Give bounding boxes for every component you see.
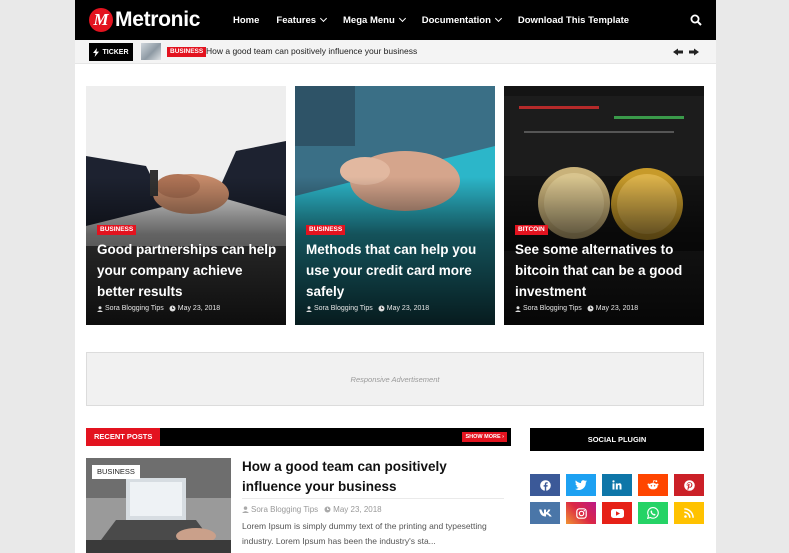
whatsapp-button[interactable] bbox=[638, 502, 668, 524]
reddit-button[interactable] bbox=[638, 474, 668, 496]
card-date: May 23, 2018 bbox=[595, 305, 639, 312]
main-nav: Home Features Mega Menu Documentation Do… bbox=[233, 0, 646, 40]
ticker-headline[interactable]: How a good team can positively influence… bbox=[206, 46, 417, 56]
nav-label: Documentation bbox=[421, 14, 491, 26]
ticker-label-text: TICKER bbox=[102, 48, 129, 56]
divider bbox=[242, 498, 504, 499]
show-more-label: SHOW MORE bbox=[465, 434, 501, 440]
top-navbar: M Metronic Home Features Mega Menu Docum… bbox=[75, 0, 716, 40]
nav-label: Home bbox=[233, 14, 260, 26]
chevron-down-icon bbox=[398, 14, 406, 23]
twitter-icon bbox=[575, 480, 587, 490]
vk-button[interactable] bbox=[530, 502, 560, 524]
nav-item-download[interactable]: Download This Template bbox=[518, 15, 629, 26]
chevron-down-icon bbox=[319, 14, 328, 23]
clock-icon bbox=[324, 506, 331, 513]
logo-badge: M bbox=[89, 8, 113, 32]
clock-icon bbox=[587, 305, 594, 312]
rss-button[interactable] bbox=[674, 502, 704, 524]
category-badge[interactable]: BUSINESS bbox=[306, 225, 346, 235]
instagram-icon bbox=[575, 507, 587, 519]
card-title[interactable]: Methods that can help you use your credi… bbox=[306, 239, 491, 302]
twitter-button[interactable] bbox=[566, 474, 596, 496]
clock-icon bbox=[169, 305, 176, 312]
category-badge[interactable]: BUSINESS bbox=[97, 225, 137, 235]
ad-text: Responsive Advertisement bbox=[350, 374, 440, 384]
youtube-button[interactable] bbox=[602, 502, 632, 524]
social-plugin-header: SOCIAL PLUGIN bbox=[530, 428, 704, 451]
youtube-icon bbox=[610, 508, 624, 518]
ticker-thumbnail[interactable] bbox=[141, 43, 161, 60]
advertisement-box[interactable]: Responsive Advertisement bbox=[86, 352, 704, 406]
category-badge[interactable]: BITCOIN bbox=[515, 225, 548, 235]
user-icon bbox=[97, 305, 103, 312]
featured-card[interactable]: BUSINESS Methods that can help you use y… bbox=[295, 86, 495, 325]
ticker-bar: TICKER BUSINESS How a good team can posi… bbox=[75, 40, 716, 64]
post-author[interactable]: Sora Blogging Tips bbox=[251, 505, 318, 514]
ticker-category-badge[interactable]: BUSINESS bbox=[167, 47, 207, 57]
pinterest-button[interactable] bbox=[674, 474, 704, 496]
featured-card[interactable]: BITCOIN See some alternatives to bitcoin… bbox=[504, 86, 704, 325]
section-title: RECENT POSTS bbox=[86, 428, 161, 446]
recent-posts-header: RECENT POSTS SHOW MORE › bbox=[86, 428, 511, 446]
card-author[interactable]: Sora Blogging Tips bbox=[105, 305, 164, 312]
clock-icon bbox=[378, 305, 385, 312]
card-meta: Sora Blogging Tips May 23, 2018 bbox=[97, 305, 220, 312]
post-meta: Sora Blogging Tips May 23, 2018 bbox=[242, 505, 382, 514]
card-author[interactable]: Sora Blogging Tips bbox=[314, 305, 373, 312]
rss-icon bbox=[684, 508, 694, 518]
search-icon bbox=[690, 14, 702, 26]
user-icon bbox=[242, 506, 249, 513]
whatsapp-icon bbox=[647, 507, 659, 519]
ticker-prev-icon[interactable] bbox=[672, 46, 684, 58]
vk-icon bbox=[538, 509, 552, 517]
site-logo[interactable]: M Metronic bbox=[89, 6, 200, 34]
card-meta: Sora Blogging Tips May 23, 2018 bbox=[306, 305, 429, 312]
nav-item-features[interactable]: Features bbox=[276, 14, 328, 26]
card-date: May 23, 2018 bbox=[386, 305, 430, 312]
show-more-button[interactable]: SHOW MORE › bbox=[462, 432, 507, 442]
post-date: May 23, 2018 bbox=[333, 505, 382, 514]
ticker-label: TICKER bbox=[89, 43, 133, 61]
user-icon bbox=[515, 305, 521, 312]
facebook-icon bbox=[539, 479, 551, 491]
linkedin-icon bbox=[612, 480, 622, 490]
card-author[interactable]: Sora Blogging Tips bbox=[523, 305, 582, 312]
nav-item-home[interactable]: Home bbox=[233, 15, 259, 26]
user-icon bbox=[306, 305, 312, 312]
ticker-next-icon[interactable] bbox=[688, 46, 700, 58]
card-title[interactable]: See some alternatives to bitcoin that ca… bbox=[515, 239, 700, 302]
social-buttons bbox=[530, 474, 704, 524]
logo-text: Metronic bbox=[115, 8, 201, 31]
nav-label: Features bbox=[276, 14, 317, 26]
instagram-button[interactable] bbox=[566, 502, 596, 524]
page: M Metronic Home Features Mega Menu Docum… bbox=[75, 0, 716, 553]
post-title[interactable]: How a good team can positively influence… bbox=[242, 457, 504, 496]
category-badge[interactable]: BUSINESS bbox=[92, 465, 140, 479]
card-title[interactable]: Good partnerships can help your company … bbox=[97, 239, 282, 302]
post-thumbnail[interactable]: BUSINESS bbox=[86, 458, 231, 553]
chevron-right-icon: › bbox=[502, 434, 504, 440]
linkedin-button[interactable] bbox=[602, 474, 632, 496]
bolt-icon bbox=[93, 47, 100, 57]
pinterest-icon bbox=[683, 479, 695, 491]
nav-item-mega-menu[interactable]: Mega Menu bbox=[343, 14, 406, 26]
card-date: May 23, 2018 bbox=[177, 305, 221, 312]
featured-card[interactable]: BUSINESS Good partnerships can help your… bbox=[86, 86, 286, 325]
nav-item-documentation[interactable]: Documentation bbox=[421, 14, 502, 26]
facebook-button[interactable] bbox=[530, 474, 560, 496]
post-snippet: Lorem Ipsum is simply dummy text of the … bbox=[242, 521, 487, 546]
nav-label: Mega Menu bbox=[343, 14, 395, 26]
search-button[interactable] bbox=[676, 0, 716, 40]
card-meta: Sora Blogging Tips May 23, 2018 bbox=[515, 305, 638, 312]
chevron-down-icon bbox=[494, 14, 502, 23]
reddit-icon bbox=[647, 480, 659, 490]
nav-label: Download This Template bbox=[517, 14, 630, 26]
